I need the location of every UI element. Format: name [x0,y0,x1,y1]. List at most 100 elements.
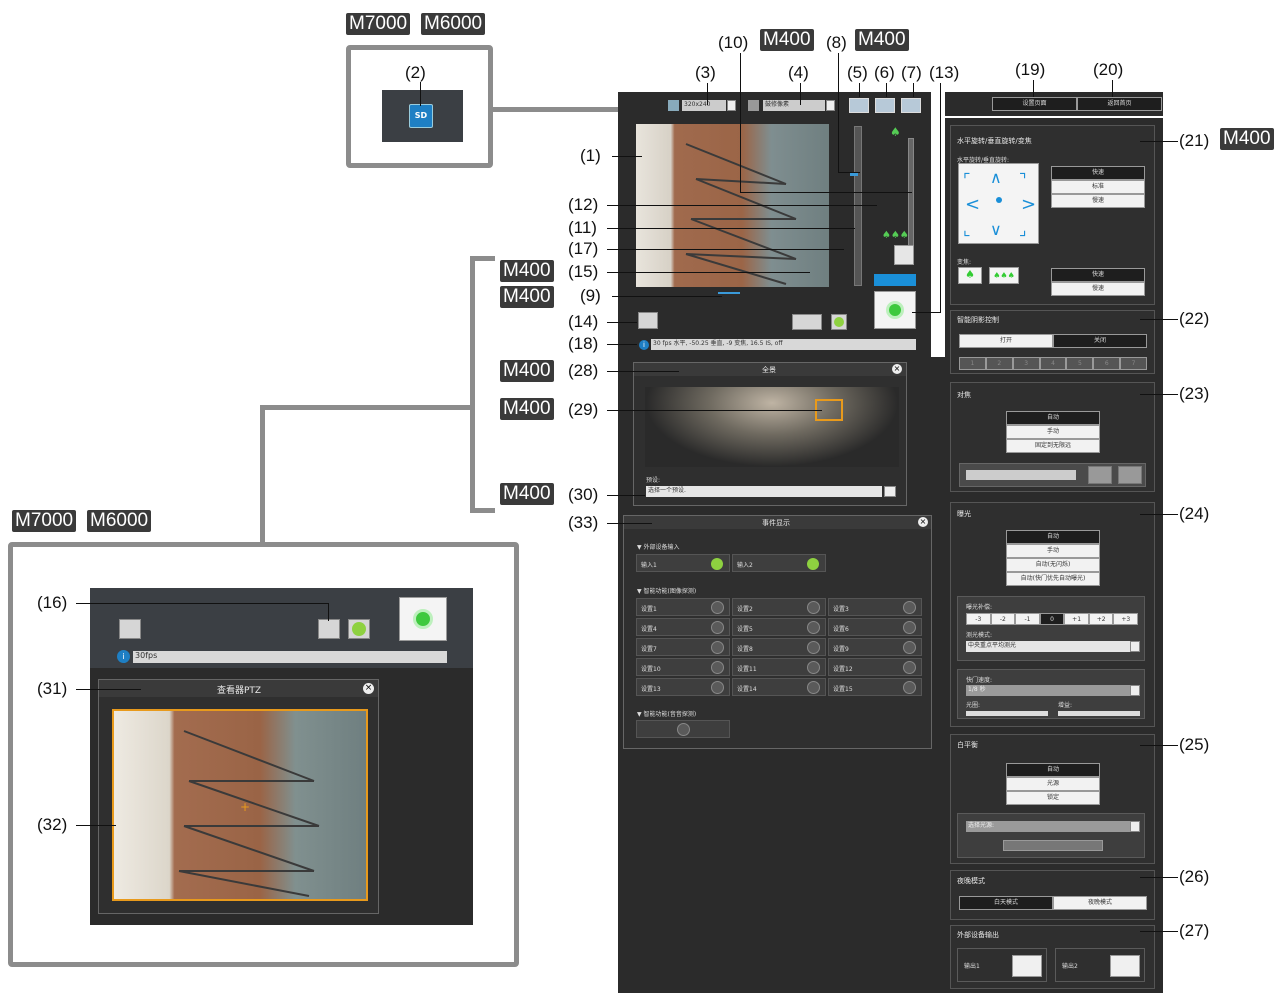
exposure-shutter-priority-button[interactable]: 自动(快门优先自动曝光) [1006,572,1100,586]
arrow-left-icon[interactable]: < [965,194,980,215]
zoom-slider-track[interactable] [854,126,862,286]
get-control-button[interactable] [874,291,916,329]
panorama-image[interactable] [645,387,899,467]
wb-lock-button[interactable]: 锁定 [1006,791,1100,805]
focus-manual-button[interactable]: 手动 [1006,425,1100,439]
settings-page-button[interactable]: 设置页面 [992,97,1077,111]
arrow-down-right-icon[interactable]: ⌟ [1019,220,1027,239]
chevron-down-icon[interactable] [727,100,736,111]
output-2-toggle-icon[interactable] [1110,955,1140,977]
zoom-magnifier-icon[interactable] [901,98,921,113]
video-size-select[interactable]: 320x240 [682,100,726,111]
callout-32: (32) [37,815,68,834]
smart-shade-level-6[interactable]: 6 [1093,357,1121,370]
smart-shade-level-4[interactable]: 4 [1039,357,1067,370]
ptz-viewer-image[interactable]: + [112,709,368,901]
output-2-group: 输出2 [1055,948,1145,982]
inset-sd-connector [493,107,620,112]
arrow-up-icon[interactable]: ∧ [990,168,1002,187]
get-control-button[interactable] [399,597,447,641]
focus-auto-button[interactable]: 自动 [1006,411,1100,425]
light-source-select[interactable]: 选择光源: [966,821,1130,832]
focus-infinity-button[interactable]: 固定到无限远 [1006,439,1100,453]
close-icon[interactable]: × [892,364,902,374]
viewer-status-bar: 30 fps 水平, -50.25 垂直, -9 变焦, 16.5 IS, of… [651,339,916,350]
speed-standard-button[interactable]: 标准 [1051,180,1145,194]
arrow-up-right-icon[interactable]: ⌝ [1019,170,1027,189]
gain-slider[interactable] [1058,711,1140,716]
close-icon[interactable]: × [363,683,374,694]
smart-shade-off-button[interactable]: 关闭 [1053,334,1147,348]
speed-fast-button[interactable]: 快速 [1051,166,1145,180]
chevron-down-icon[interactable] [826,100,835,111]
home-position-icon[interactable] [996,197,1002,203]
smart-shade-level-5[interactable]: 5 [1066,357,1094,370]
privacy-mask-icon[interactable] [894,245,914,265]
home-page-button[interactable]: 返回首页 [1077,97,1162,111]
wb-apply-button[interactable] [1003,840,1103,851]
output-1-toggle-icon[interactable] [1012,955,1042,977]
chevron-down-icon[interactable] [1130,821,1140,832]
focus-far-icon[interactable] [1118,466,1142,484]
exposure-auto-flickerless-button[interactable]: 自动(无闪烁) [1006,558,1100,572]
setting-2-led-icon [807,601,820,614]
ptz-viewer-icon[interactable] [318,619,340,639]
smart-shade-level-7[interactable]: 7 [1120,357,1148,370]
zoom-speed-slow-button[interactable]: 慢速 [1051,282,1145,296]
focus-near-icon[interactable] [1088,466,1112,484]
panorama-toggle-icon[interactable] [792,314,822,330]
metering-mode-select[interactable]: 中央重点平均测光 [966,641,1130,652]
smart-shade-level-3[interactable]: 3 [1012,357,1040,370]
day-mode-button[interactable]: 白天模式 [959,896,1053,910]
zoom-out-trees-icon[interactable]: ♠♠♠ [989,267,1019,284]
exposure-comp-plus2[interactable]: +2 [1088,613,1114,625]
chevron-down-icon[interactable] [884,486,896,497]
smart-shade-level-1[interactable]: 1 [959,357,986,370]
exposure-comp-minus1[interactable]: -1 [1015,613,1040,625]
snapshot-camera-icon[interactable] [119,619,141,639]
panorama-titlebar: 全景 × [634,363,906,376]
chevron-down-icon[interactable] [1130,685,1140,696]
speed-slow-button[interactable]: 慢速 [1051,194,1145,208]
shutter-speed-select[interactable]: 1/8 秒 [966,685,1130,696]
zoom-speed-fast-button[interactable]: 快速 [1051,268,1145,282]
exposure-comp-plus1[interactable]: +1 [1064,613,1089,625]
arrow-down-left-icon[interactable]: ⌞ [963,220,971,239]
focus-slider[interactable] [966,470,1076,480]
night-mode-button[interactable]: 夜晚模式 [1053,896,1147,910]
preset-select[interactable]: 选择一个预设. [646,486,882,497]
leader-15 [607,272,810,273]
wb-light-source-button[interactable]: 光源 [1006,777,1100,791]
image-quality-select[interactable]: 鼓修像素 [763,100,825,111]
exposure-manual-button[interactable]: 手动 [1006,544,1100,558]
exposure-comp-plus3[interactable]: +3 [1113,613,1139,625]
leader-16-h [76,603,328,604]
ptz-viewer-window: 查看器PTZ × + [98,679,379,914]
aperture-slider[interactable] [966,711,1048,716]
sd-card-icon[interactable]: SD [409,104,433,128]
snapshot-camera-icon[interactable] [638,312,658,329]
callout-5: (5) [847,63,868,82]
rotate-icon[interactable] [875,98,895,113]
audio-button[interactable] [831,314,847,330]
smart-shade-on-button[interactable]: 打开 [959,334,1053,348]
callout-26: (26) [1179,867,1210,886]
exposure-comp-minus3[interactable]: -3 [966,613,991,625]
chevron-down-icon[interactable] [1130,641,1140,652]
arrow-down-icon[interactable]: ∨ [990,220,1002,239]
callout-10: (10) [718,33,749,52]
audio-button[interactable] [348,619,370,639]
zoom-in-tree-icon[interactable]: ♠ [958,267,982,284]
smart-shade-level-2[interactable]: 2 [985,357,1013,370]
exposure-auto-button[interactable]: 自动 [1006,530,1100,544]
exposure-comp-minus2[interactable]: -2 [990,613,1016,625]
close-icon[interactable]: × [918,517,928,527]
setting-9-led-icon [903,641,916,654]
wb-auto-button[interactable]: 自动 [1006,763,1100,777]
arrow-right-icon[interactable]: > [1021,194,1036,215]
exposure-comp-0[interactable]: 0 [1039,613,1065,625]
callout-29: (29) [568,400,599,419]
leader-27 [1140,931,1178,932]
arrow-up-left-icon[interactable]: ⌜ [963,170,971,189]
fullscreen-icon[interactable] [849,98,869,113]
